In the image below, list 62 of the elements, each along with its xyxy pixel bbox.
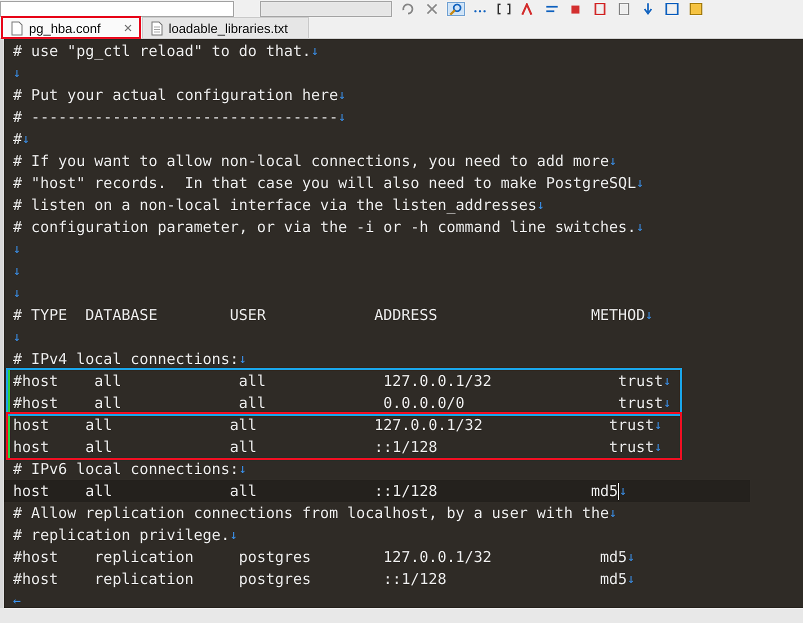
- tab-label: loadable_libraries.txt: [168, 20, 288, 36]
- line-end-mark: ↓: [609, 506, 617, 520]
- line-end-mark: ←: [13, 594, 21, 608]
- document-icon: [11, 20, 23, 36]
- line-end-mark: ↓: [609, 154, 617, 168]
- code-line: # IPv4 local connections:: [13, 350, 239, 368]
- line-end-mark: ↓: [13, 264, 21, 278]
- code-line: # IPv6 local connections:: [13, 460, 239, 478]
- code-line: #: [13, 130, 22, 148]
- line-end-mark: ↓: [22, 132, 30, 146]
- file-tab[interactable]: pg_hba.conf: [2, 17, 140, 38]
- code-editor[interactable]: [0, 39, 803, 608]
- line-end-mark: ↓: [645, 308, 653, 322]
- code-line: # TYPE DATABASE USER ADDRESS METHOD: [13, 306, 646, 324]
- close-icon[interactable]: [424, 2, 440, 14]
- warning-icon[interactable]: [688, 2, 704, 14]
- code-line: host all all 127.0.0.1/32 trust: [13, 416, 654, 434]
- code-line: # use "pg_ctl reload" to do that.: [13, 42, 312, 60]
- line-end-mark: ↓: [619, 484, 627, 498]
- line-end-mark: ↓: [627, 572, 635, 586]
- line-end-mark: ↓: [636, 176, 644, 190]
- search-icon[interactable]: [448, 2, 464, 14]
- line-end-mark: ↓: [536, 198, 545, 212]
- code-line: # configuration parameter, or via the -i or -h command line switches.: [13, 218, 636, 236]
- info-icon[interactable]: [664, 2, 680, 14]
- line-end-mark: ↓: [230, 528, 238, 542]
- line-end-mark: ↓: [13, 330, 21, 344]
- document-icon[interactable]: [616, 2, 632, 14]
- line-end-mark: ↓: [13, 66, 21, 80]
- code-line: host all all ::1/128 trust: [13, 438, 654, 456]
- code-line: #host all all 0.0.0.0/0 trust: [13, 394, 664, 412]
- line-end-mark: ↓: [13, 242, 21, 256]
- close-icon[interactable]: [122, 23, 133, 33]
- code-line: # ----------------------------------: [13, 108, 338, 126]
- line-end-mark: ↓: [636, 220, 644, 234]
- code-line: # Allow replication connections from localhost, by a user with the: [13, 504, 610, 522]
- code-line: # listen on a non-local interface via the listen_addresses: [13, 196, 537, 214]
- code-line: #host replication postgres 127.0.0.1/32 md5: [13, 548, 628, 566]
- code-line: # replication privilege.: [13, 526, 230, 544]
- tab-label: pg_hba.conf: [29, 20, 101, 36]
- bracket-icon[interactable]: [496, 2, 512, 14]
- file-tab[interactable]: loadable_libraries.txt: [142, 17, 309, 38]
- code-line: #host replication postgres ::1/128 md5: [13, 570, 628, 588]
- line-end-mark: ↓: [238, 462, 247, 476]
- line-end-mark: ↓: [654, 418, 662, 432]
- line-end-mark: ↓: [338, 88, 346, 102]
- bookmark-icon[interactable]: [592, 2, 608, 14]
- undo-icon[interactable]: [400, 2, 416, 14]
- line-end-mark: ↓: [627, 550, 635, 564]
- code-line: # "host" records. In that case you will also need to make PostgreSQL: [13, 174, 636, 192]
- code-line: # Put your actual configuration here: [13, 86, 338, 104]
- code-line: # If you want to allow non-local connections, you need to add more: [13, 152, 610, 170]
- line-end-mark: ↓: [311, 44, 319, 58]
- line-end-mark: ↓: [663, 396, 672, 410]
- code-line: host all all ::1/128 md5: [13, 482, 618, 500]
- document-icon: [150, 20, 163, 36]
- line-end-mark: ↓: [238, 352, 247, 366]
- code-line: #host all all 127.0.0.1/32 trust: [13, 372, 664, 390]
- line-end-mark: ↓: [663, 374, 672, 388]
- line-end-mark: ↓: [338, 110, 346, 124]
- line-end-mark: ↓: [13, 286, 21, 300]
- line-end-mark: ↓: [654, 440, 662, 454]
